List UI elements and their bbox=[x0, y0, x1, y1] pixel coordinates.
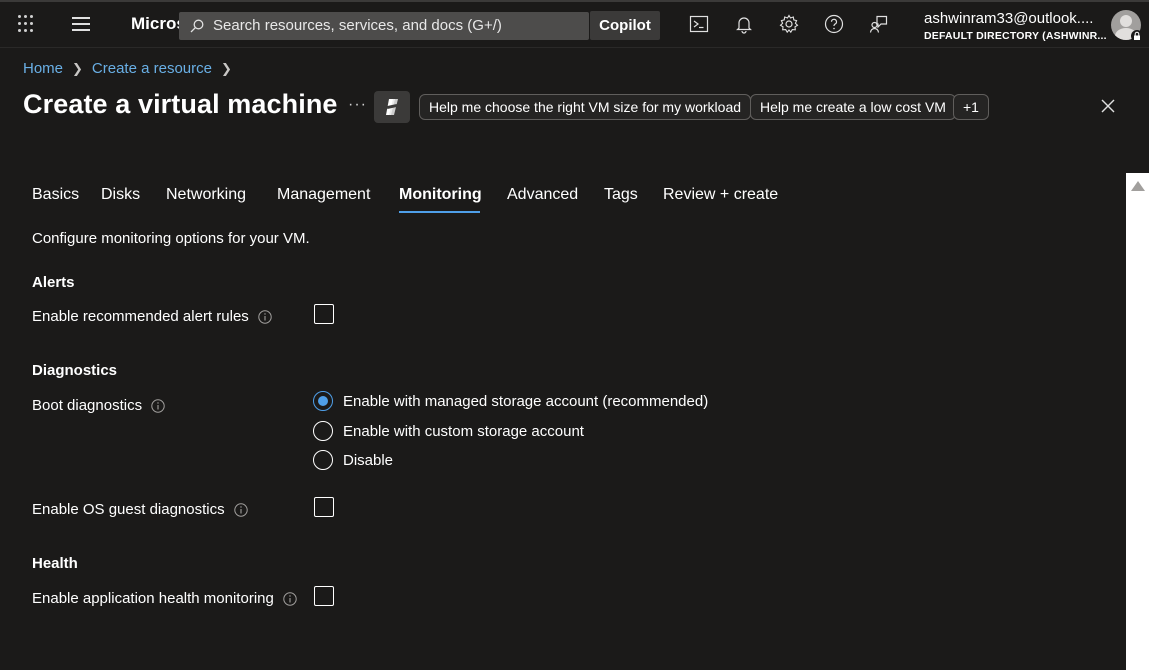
info-icon[interactable] bbox=[258, 309, 272, 324]
boot-option-custom-label[interactable]: Enable with custom storage account bbox=[343, 423, 584, 440]
top-navigation-bar: Micros Search resources, services, and d… bbox=[0, 0, 1149, 48]
app-health-monitoring-label: Enable application health monitoring bbox=[32, 590, 297, 607]
boot-option-disable-radio[interactable] bbox=[313, 450, 333, 470]
recommended-alert-rules-text: Enable recommended alert rules bbox=[32, 308, 249, 325]
boot-option-custom-radio[interactable] bbox=[313, 421, 333, 441]
chevron-right-icon: ❯ bbox=[220, 60, 232, 76]
brand-name[interactable]: Micros bbox=[131, 14, 186, 34]
search-placeholder: Search resources, services, and docs (G+… bbox=[213, 17, 502, 34]
cloud-shell-icon[interactable] bbox=[689, 14, 709, 34]
boot-option-custom[interactable]: Enable with custom storage account bbox=[313, 421, 584, 441]
suggestion-chip-low-cost[interactable]: Help me create a low cost VM bbox=[750, 94, 956, 120]
copilot-suggestions-button[interactable] bbox=[374, 91, 410, 123]
tab-review-create[interactable]: Review + create bbox=[663, 186, 778, 204]
recommended-alert-rules-label: Enable recommended alert rules bbox=[32, 308, 272, 325]
app-launcher-icon[interactable] bbox=[18, 15, 36, 33]
breadcrumb: Home ❯ Create a resource ❯ bbox=[23, 60, 241, 77]
boot-option-disable-label[interactable]: Disable bbox=[343, 452, 393, 469]
copilot-button[interactable]: Copilot bbox=[590, 11, 660, 40]
scroll-up-arrow-icon[interactable] bbox=[1131, 181, 1145, 191]
info-icon[interactable] bbox=[233, 502, 248, 517]
boot-option-managed-radio[interactable] bbox=[313, 391, 333, 411]
info-icon[interactable] bbox=[151, 398, 165, 413]
close-icon[interactable] bbox=[1100, 98, 1116, 114]
more-actions-icon[interactable]: ··· bbox=[348, 96, 367, 114]
boot-diagnostics-label: Boot diagnostics bbox=[32, 397, 165, 414]
recommended-alert-rules-checkbox[interactable] bbox=[314, 304, 334, 324]
copilot-icon bbox=[386, 99, 398, 115]
boot-option-managed-label[interactable]: Enable with managed storage account (rec… bbox=[343, 393, 708, 410]
boot-option-managed[interactable]: Enable with managed storage account (rec… bbox=[313, 391, 708, 411]
app-health-monitoring-text: Enable application health monitoring bbox=[32, 590, 274, 607]
portal-menu-icon[interactable] bbox=[72, 17, 90, 31]
global-search-input[interactable]: Search resources, services, and docs (G+… bbox=[179, 12, 589, 40]
app-health-monitoring-checkbox[interactable] bbox=[314, 586, 334, 606]
tab-management[interactable]: Management bbox=[277, 186, 370, 204]
page-title: Create a virtual machine bbox=[23, 89, 338, 119]
alerts-section-title: Alerts bbox=[32, 274, 75, 291]
account-directory[interactable]: DEFAULT DIRECTORY (ASHWINR... bbox=[924, 30, 1107, 42]
breadcrumb-home-link[interactable]: Home bbox=[23, 60, 63, 77]
tab-monitoring[interactable]: Monitoring bbox=[399, 186, 482, 204]
help-icon[interactable] bbox=[824, 14, 844, 34]
breadcrumb-create-resource-link[interactable]: Create a resource bbox=[92, 60, 212, 77]
boot-diagnostics-text: Boot diagnostics bbox=[32, 397, 143, 414]
suggestion-chip-more[interactable]: +1 bbox=[953, 94, 989, 120]
tab-tags[interactable]: Tags bbox=[604, 186, 638, 204]
account-email[interactable]: ashwinram33@outlook.... bbox=[924, 10, 1093, 27]
settings-gear-icon[interactable] bbox=[779, 14, 799, 34]
lock-icon bbox=[1131, 30, 1143, 42]
tab-networking[interactable]: Networking bbox=[166, 186, 246, 204]
page-description: Configure monitoring options for your VM… bbox=[32, 230, 310, 247]
boot-option-disable[interactable]: Disable bbox=[313, 450, 393, 470]
active-tab-indicator bbox=[399, 211, 480, 213]
tab-advanced[interactable]: Advanced bbox=[507, 186, 578, 204]
info-icon[interactable] bbox=[283, 591, 297, 606]
notifications-bell-icon[interactable] bbox=[734, 14, 754, 34]
os-guest-diagnostics-label: Enable OS guest diagnostics bbox=[32, 501, 248, 518]
os-guest-diagnostics-checkbox[interactable] bbox=[314, 497, 334, 517]
feedback-icon[interactable] bbox=[869, 14, 889, 34]
suggestion-chip-vm-size[interactable]: Help me choose the right VM size for my … bbox=[419, 94, 752, 120]
health-section-title: Health bbox=[32, 555, 78, 572]
chevron-right-icon: ❯ bbox=[72, 60, 83, 76]
os-guest-diagnostics-text: Enable OS guest diagnostics bbox=[32, 501, 225, 518]
diagnostics-section-title: Diagnostics bbox=[32, 362, 118, 379]
scrollbar[interactable] bbox=[1126, 173, 1149, 670]
tab-disks[interactable]: Disks bbox=[101, 186, 140, 204]
top-border bbox=[0, 0, 1149, 2]
search-icon bbox=[190, 19, 204, 33]
tab-basics[interactable]: Basics bbox=[32, 186, 79, 204]
